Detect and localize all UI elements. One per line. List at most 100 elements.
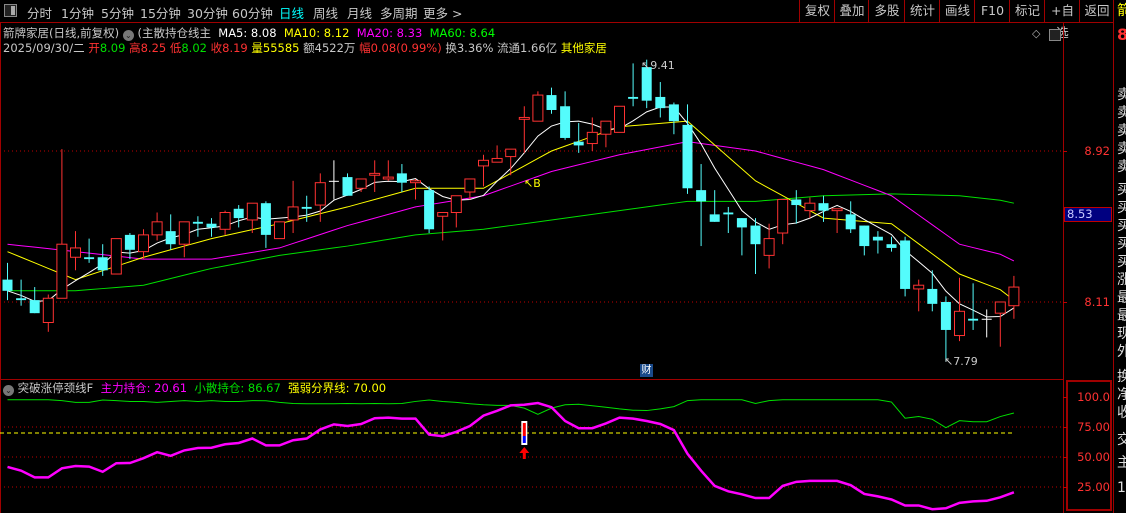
candle-body [981,318,992,320]
candle[interactable] [233,205,244,228]
candle[interactable] [940,296,951,362]
candle[interactable] [560,91,571,140]
candle[interactable] [287,180,299,234]
candle[interactable] [900,236,911,297]
candle[interactable] [831,208,843,234]
candle-body [84,257,95,260]
candle-body [872,236,883,241]
main-force-line [7,401,1015,511]
candle[interactable] [369,160,381,193]
candle[interactable] [396,164,407,193]
candle-body [723,212,734,215]
side-panel-label: 涨 [1117,273,1126,287]
candle[interactable] [178,221,190,258]
candle[interactable] [968,283,979,330]
candle[interactable] [546,87,557,114]
candle[interactable] [2,262,13,301]
candle[interactable] [56,149,68,299]
candle-body [97,257,108,271]
axis-tick [1063,302,1067,303]
candle-body [927,288,938,304]
candle[interactable] [872,231,883,254]
candle[interactable] [84,238,95,263]
candle[interactable] [723,206,734,234]
candle[interactable] [518,106,530,153]
candle[interactable] [450,195,462,228]
candle[interactable] [42,294,54,332]
candle[interactable] [859,225,870,256]
candle[interactable] [1008,275,1020,319]
candle[interactable] [138,229,149,260]
candle[interactable] [750,218,761,275]
candle[interactable] [696,164,707,247]
candle[interactable] [981,309,992,338]
candle[interactable] [342,173,353,196]
candle[interactable] [437,212,449,241]
side-panel-label: 卖 [1117,142,1126,156]
candle[interactable] [954,277,965,342]
candle[interactable] [655,82,666,118]
candle-body [178,221,190,245]
candle[interactable] [192,216,203,237]
side-panel-label: 卖 [1117,124,1126,138]
candle[interactable] [736,218,747,256]
candle[interactable] [777,198,789,245]
toolbar-button[interactable]: 返回 [1079,0,1114,22]
candle[interactable] [464,178,476,200]
candle[interactable] [110,238,122,275]
candle[interactable] [804,197,816,219]
candle-body [845,214,856,230]
candle-body [546,95,557,110]
candle[interactable] [763,223,775,269]
side-panel-label: 买 [1117,255,1126,269]
candle[interactable] [70,231,81,271]
buy-marker-label: B [533,177,541,190]
candle[interactable] [124,233,135,260]
candle-body [464,178,476,193]
candle-body [859,225,870,247]
candle[interactable] [600,120,612,148]
candle[interactable] [913,279,925,312]
candle[interactable] [927,270,938,312]
candle[interactable] [573,123,584,153]
candle[interactable] [532,91,544,122]
candle[interactable] [219,210,231,235]
candle[interactable] [97,244,108,276]
candle[interactable] [845,201,856,234]
candle[interactable] [424,186,435,234]
candle[interactable] [628,63,639,107]
ma5-line [7,106,1015,318]
candle-body [342,177,353,196]
candle-body [682,124,693,189]
axis-tick [1063,427,1067,428]
candle[interactable] [709,190,720,222]
candle-body [301,206,312,209]
candle[interactable] [791,190,802,224]
candle-body [777,198,789,234]
candle[interactable] [668,102,679,135]
side-stock-name: 箭 [1117,4,1126,18]
indicator-dropdown-icon[interactable]: ⌄ [3,385,14,396]
candle[interactable] [382,160,394,181]
candle[interactable] [328,160,339,200]
candle[interactable] [151,212,163,241]
candle[interactable] [355,178,367,193]
candle[interactable] [682,104,693,194]
candle[interactable] [994,301,1006,347]
candle[interactable] [478,154,489,187]
candle-body [246,202,258,221]
candle[interactable] [614,105,625,133]
candle[interactable] [586,117,598,151]
candle[interactable] [491,145,503,163]
side-panel-label: 收 [1117,406,1126,420]
candle[interactable] [274,221,285,240]
indicator-name: 突破涨停颈线F [17,381,94,395]
finance-badge[interactable]: 财 [640,364,653,377]
kline-chart[interactable] [0,0,1063,513]
candle[interactable] [260,201,271,248]
side-panel-label: 买 [1117,237,1126,251]
candle[interactable] [165,214,176,250]
candle-body [2,279,13,291]
candle-body [913,284,925,290]
threshold-value: 强弱分界线: 70.00 [288,381,387,395]
